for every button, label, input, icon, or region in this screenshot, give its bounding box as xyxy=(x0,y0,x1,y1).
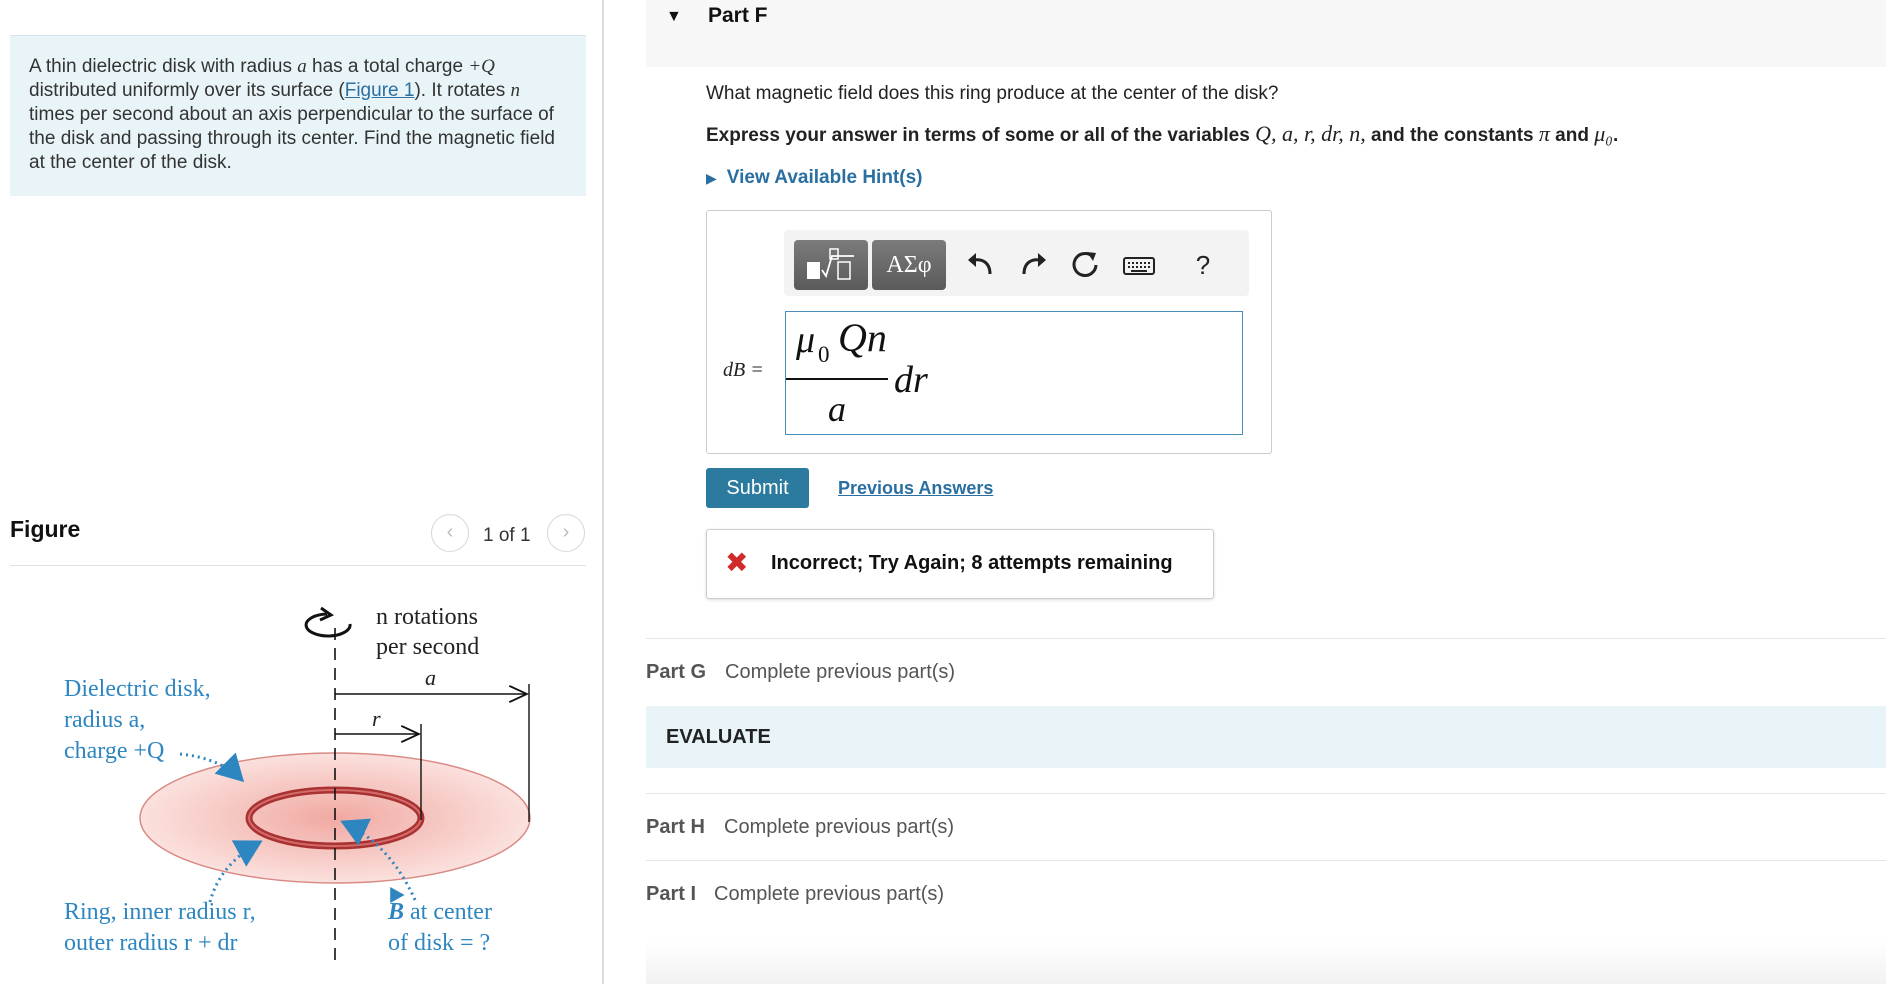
help-button[interactable]: ? xyxy=(1186,248,1220,282)
keyboard-icon[interactable] xyxy=(1122,248,1156,282)
part-g-label: Part G xyxy=(646,661,707,683)
templates-icon xyxy=(807,248,854,280)
denominator: a xyxy=(828,389,846,429)
instruction-part: and xyxy=(1549,125,1595,146)
pager-next-button[interactable]: › xyxy=(547,514,585,552)
rotation-label-line2: per second xyxy=(376,634,479,660)
part-g-status: Complete previous part(s) xyxy=(725,661,956,683)
multiplier-dr: dr xyxy=(894,359,928,401)
ring-label-line1: Ring, inner radius r, xyxy=(64,899,256,925)
caret-down-icon[interactable]: ▼ xyxy=(666,8,682,26)
part-g-row[interactable]: Part G Complete previous part(s) xyxy=(646,638,1886,698)
problem-text: distributed uniformly over its surface ( xyxy=(29,80,345,101)
fraction-bar xyxy=(786,378,888,380)
figure-header: Figure ‹ 1 of 1 › xyxy=(10,514,586,566)
feedback-text: Incorrect; Try Again; 8 attempts remaini… xyxy=(771,552,1173,574)
part-f-title: Part F xyxy=(708,4,768,27)
problem-text: times per second about an axis perpendic… xyxy=(29,104,555,173)
previous-answers-link[interactable]: Previous Answers xyxy=(838,478,993,499)
evaluate-bar: EVALUATE xyxy=(646,706,1886,768)
part-h-row[interactable]: Part H Complete previous part(s) xyxy=(646,793,1886,859)
part-i-row[interactable]: Part I Complete previous part(s) xyxy=(646,860,1886,926)
instruction-part: and the constants xyxy=(1365,125,1539,146)
var-a: a xyxy=(297,56,307,77)
part-i-status: Complete previous part(s) xyxy=(714,883,945,905)
answer-label: dB = xyxy=(723,359,764,381)
math-toolbar: ΑΣφ ? xyxy=(784,230,1249,296)
problem-statement: A thin dielectric disk with radius a has… xyxy=(10,35,586,196)
feedback-box: ✖ Incorrect; Try Again; 8 attempts remai… xyxy=(706,529,1214,599)
pager-count: 1 of 1 xyxy=(483,525,531,546)
numerator-subscript: 0 xyxy=(818,342,830,367)
instruction-part: Express your answer in terms of some or … xyxy=(706,125,1256,146)
instruction-variables: Q, a, r, dr, n, xyxy=(1255,121,1366,146)
templates-button[interactable] xyxy=(794,240,868,290)
radius-a-label: a xyxy=(425,665,436,690)
x-icon: ✖ xyxy=(725,547,749,578)
view-hints-link[interactable]: ▶ View Available Hint(s) xyxy=(706,167,922,189)
numerator-mu: μ xyxy=(796,319,816,361)
numerator-qn: Qn xyxy=(838,315,887,360)
disk-label-line3: charge +Q xyxy=(64,738,164,764)
chevron-left-icon: ‹ xyxy=(446,521,454,543)
ring-label-line2: outer radius r + dr xyxy=(64,930,237,956)
bottom-fade xyxy=(646,940,1886,984)
hint-link-label: View Available Hint(s) xyxy=(726,167,923,188)
disk-label-line2: radius a, xyxy=(64,707,145,733)
b-label-line1: B at center xyxy=(387,899,492,925)
reset-icon[interactable] xyxy=(1068,248,1102,282)
instruction-constant-pi: π xyxy=(1538,121,1550,146)
left-pane: A thin dielectric disk with radius a has… xyxy=(0,0,604,984)
rotation-label-line1: n rotations xyxy=(376,604,478,630)
var-n: n xyxy=(510,80,521,101)
b-label-line2: of disk = ? xyxy=(388,930,490,956)
answer-box: ΑΣφ ? dB = μ 0 Qn a dr xyxy=(706,210,1272,454)
instruction-part: . xyxy=(1612,125,1619,146)
chevron-right-icon: › xyxy=(562,521,570,543)
instruction-text: Express your answer in terms of some or … xyxy=(706,121,1618,147)
caret-right-icon: ▶ xyxy=(706,170,717,186)
figure-title: Figure xyxy=(10,516,81,542)
radius-r-label: r xyxy=(372,706,381,731)
pager-prev-button[interactable]: ‹ xyxy=(431,514,469,552)
submit-button[interactable]: Submit xyxy=(706,468,809,508)
problem-text: has a total charge xyxy=(306,56,469,77)
figure-link[interactable]: Figure 1 xyxy=(345,80,415,101)
evaluate-label: EVALUATE xyxy=(666,726,771,748)
var-q: +Q xyxy=(468,56,495,77)
part-i-label: Part I xyxy=(646,883,697,905)
problem-text: A thin dielectric disk with radius xyxy=(29,56,298,77)
figure-image: n rotations per second a r Dielectric di… xyxy=(64,604,531,960)
problem-text: ). It rotates xyxy=(414,80,511,101)
part-f-header[interactable]: ▼ Part F xyxy=(646,0,1886,67)
symbols-button[interactable]: ΑΣφ xyxy=(872,240,946,290)
question-text: What magnetic field does this ring produ… xyxy=(706,83,1279,104)
part-h-label: Part H xyxy=(646,816,705,838)
instruction-constant-mu0: μ₀ xyxy=(1594,121,1613,146)
right-pane: ▼ Part F What magnetic field does this r… xyxy=(606,0,1886,984)
math-answer-input[interactable]: μ 0 Qn a dr xyxy=(785,311,1243,435)
disk-label-line1: Dielectric disk, xyxy=(64,676,211,702)
undo-icon[interactable] xyxy=(964,248,998,282)
redo-icon[interactable] xyxy=(1016,248,1050,282)
part-h-status: Complete previous part(s) xyxy=(724,816,955,838)
